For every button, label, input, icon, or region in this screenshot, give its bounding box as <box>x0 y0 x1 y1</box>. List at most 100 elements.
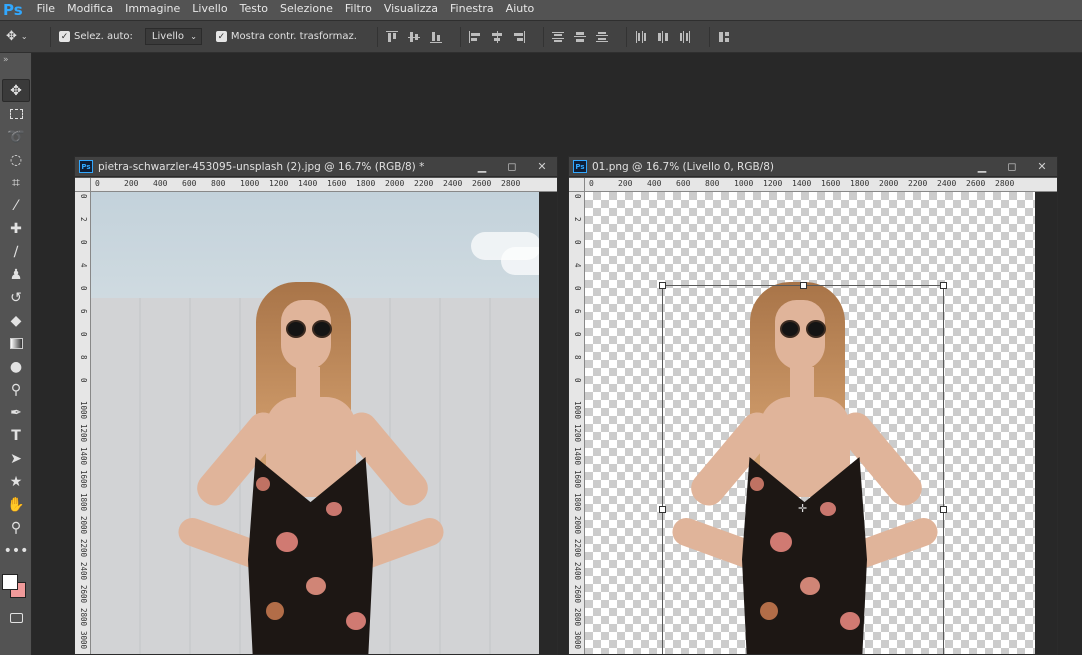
tool-preset-picker[interactable]: ✥ ⌄ <box>6 29 42 44</box>
menu-finestra[interactable]: Finestra <box>444 0 500 20</box>
ruler-tick-label: 2600 <box>573 585 582 604</box>
ruler-tick-label: 200 <box>124 179 139 188</box>
ruler-tick-label: 2400 <box>443 179 463 188</box>
menu-selezione[interactable]: Selezione <box>274 0 339 20</box>
align-left-icon[interactable] <box>468 30 481 43</box>
ruler-tick-label: 1200 <box>269 179 289 188</box>
pen-icon[interactable]: ✒ <box>2 401 30 424</box>
distribute-bottom-icon[interactable] <box>595 31 608 43</box>
auto-select-target-dropdown[interactable]: Livello ⌄ <box>144 28 202 45</box>
menu-immagine[interactable]: Immagine <box>119 0 186 20</box>
more-icon[interactable]: ••• <box>2 539 30 562</box>
tools-panel: » ✥ ➰ ◌ ⌗ ⁄ ✚ ∕ ♟ ↺ ◆ ● ⚲ ✒ T ➤ ★ ✋ ⚲ ••… <box>0 53 32 655</box>
transform-center-icon[interactable]: ✛ <box>798 502 807 515</box>
menu-aiuto[interactable]: Aiuto <box>500 0 541 20</box>
dodge-icon[interactable]: ⚲ <box>2 378 30 401</box>
lasso-icon[interactable]: ➰ <box>2 125 30 148</box>
ruler-origin[interactable] <box>75 178 91 192</box>
gradient-icon[interactable] <box>2 332 30 355</box>
brush-icon[interactable]: ∕ <box>2 240 30 263</box>
ruler-tick-label: 2800 <box>79 608 88 627</box>
auto-select-checkbox[interactable]: ✓ <box>59 31 70 42</box>
transform-handle-tl[interactable] <box>659 282 666 289</box>
close-button[interactable]: ✕ <box>527 160 557 173</box>
foreground-color-swatch[interactable] <box>2 574 18 590</box>
vertical-ruler[interactable]: 0 2 0 4 0 6 0 8 0 1000 1200 1400 1600 1800 2000 2200 240… <box>75 192 91 654</box>
document-canvas[interactable] <box>91 192 557 654</box>
move-icon[interactable]: ✥ <box>2 79 30 102</box>
ruler-tick-label: 3000 <box>79 631 88 650</box>
hand-icon[interactable]: ✋ <box>2 493 30 516</box>
menu-visualizza[interactable]: Visualizza <box>378 0 444 20</box>
maximize-button[interactable]: ◻ <box>497 160 527 173</box>
ruler-tick-label: 0 <box>79 378 88 383</box>
transform-handle-tr[interactable] <box>940 282 947 289</box>
ruler-tick-label: 0 <box>589 179 594 188</box>
align-group <box>385 30 442 43</box>
auto-select-target-value: Livello <box>151 31 185 42</box>
minimize-button[interactable]: ▁ <box>967 160 997 173</box>
distribute-vcenter-icon[interactable] <box>573 31 586 43</box>
document-tab-1[interactable]: Ps pietra-schwarzler-453095-unsplash (2)… <box>75 157 557 177</box>
menu-filtro[interactable]: Filtro <box>339 0 378 20</box>
ruler-tick-label: 6 <box>79 309 88 314</box>
ruler-tick-label: 6 <box>573 309 582 314</box>
quick-mask-icon[interactable] <box>2 606 30 629</box>
distribute-hcenter-icon[interactable] <box>657 30 669 43</box>
menu-modifica[interactable]: Modifica <box>61 0 119 20</box>
shape-icon[interactable]: ★ <box>2 470 30 493</box>
color-swatches[interactable] <box>0 566 31 606</box>
horizontal-ruler[interactable]: 0 200 400 600 800 1000 1200 1400 1600 1800 2000 220… <box>585 178 1057 192</box>
document-title: pietra-schwarzler-453095-unsplash (2).jp… <box>98 160 425 173</box>
ruler-tick-label: 1200 <box>763 179 783 188</box>
history-brush-icon[interactable]: ↺ <box>2 286 30 309</box>
transform-bounding-box[interactable]: ✛ <box>659 282 947 654</box>
ruler-tick-label: 1800 <box>356 179 376 188</box>
zoom-icon[interactable]: ⚲ <box>2 516 30 539</box>
chevron-down-icon: ⌄ <box>190 32 197 41</box>
maximize-button[interactable]: ◻ <box>997 160 1027 173</box>
eyedropper-icon[interactable]: ⁄ <box>2 194 30 217</box>
show-transform-checkbox[interactable]: ✓ <box>215 31 227 42</box>
menu-testo[interactable]: Testo <box>234 0 274 20</box>
panel-collapse-icon[interactable]: » <box>0 53 31 79</box>
transform-handle-right[interactable] <box>940 506 947 513</box>
align-right-icon[interactable] <box>513 30 525 43</box>
type-icon[interactable]: T <box>2 424 30 447</box>
healing-icon[interactable]: ✚ <box>2 217 30 240</box>
ruler-origin[interactable] <box>569 178 585 192</box>
ruler-tick-label: 600 <box>676 179 691 188</box>
minimize-button[interactable]: ▁ <box>467 160 497 173</box>
close-button[interactable]: ✕ <box>1027 160 1057 173</box>
path-select-icon[interactable]: ➤ <box>2 447 30 470</box>
document-canvas[interactable]: ✛ <box>585 192 1057 654</box>
menu-file[interactable]: File <box>31 0 61 20</box>
align-vcenter-icon[interactable] <box>407 31 420 43</box>
transform-handle-left[interactable] <box>659 506 666 513</box>
photoshop-logo: Ps <box>3 1 23 19</box>
transform-handle-top[interactable] <box>800 282 807 289</box>
ruler-tick-label: 2200 <box>573 539 582 558</box>
distribute-left-icon[interactable] <box>635 30 647 43</box>
ruler-tick-label: 1000 <box>734 179 754 188</box>
ruler-tick-label: 1400 <box>792 179 812 188</box>
align-bottom-icon[interactable] <box>429 31 442 43</box>
blur-icon[interactable]: ● <box>2 355 30 378</box>
stamp-icon[interactable]: ♟ <box>2 263 30 286</box>
horizontal-ruler[interactable]: 0 200 400 600 800 1000 1200 1400 1600 1800 2000 220… <box>91 178 557 192</box>
quick-select-icon[interactable]: ◌ <box>2 148 30 171</box>
document-tab-2[interactable]: Ps 01.png @ 16.7% (Livello 0, RGB/8) ▁ ◻… <box>569 157 1057 177</box>
vertical-ruler[interactable]: 0 2 0 4 0 6 0 8 0 1000 1200 1400 1600 1800 2000 2200 240… <box>569 192 585 654</box>
distribute-top-icon[interactable] <box>551 31 564 43</box>
ruler-tick-label: 2400 <box>937 179 957 188</box>
align-hcenter-icon[interactable] <box>491 30 503 43</box>
distribute-right-icon[interactable] <box>679 30 691 43</box>
auto-align-icon[interactable] <box>718 31 730 43</box>
menu-livello[interactable]: Livello <box>186 0 233 20</box>
crop-icon[interactable]: ⌗ <box>2 171 30 194</box>
marquee-icon[interactable] <box>2 102 30 125</box>
cloud <box>501 247 539 275</box>
align-top-icon[interactable] <box>385 30 398 43</box>
eraser-icon[interactable]: ◆ <box>2 309 30 332</box>
ps-document-icon: Ps <box>573 160 587 173</box>
